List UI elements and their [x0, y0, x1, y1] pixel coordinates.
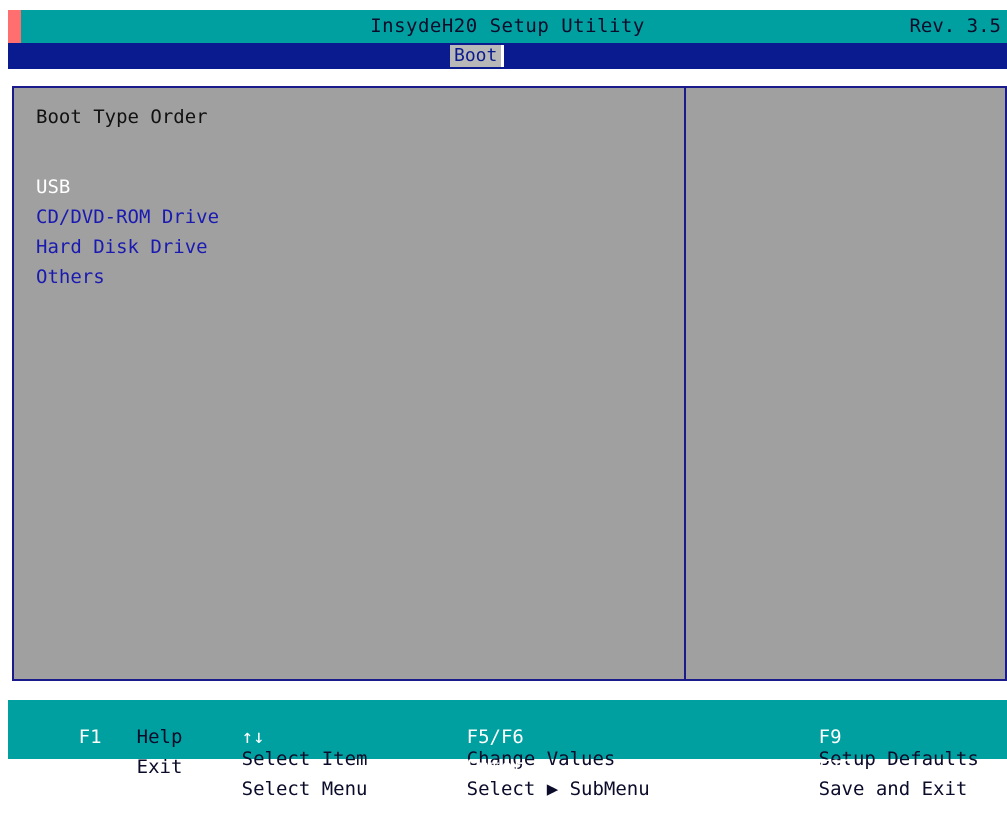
boot-item-hard-disk-drive[interactable]: Hard Disk Drive — [36, 232, 219, 262]
arrows-leftright-icon: ↔ — [241, 756, 254, 778]
hint-select-menu-label: Select Menu — [241, 778, 368, 800]
settings-pane: Boot Type Order USB CD/DVD-ROM Drive Har… — [14, 88, 684, 679]
boot-item-cd-dvd-rom-drive[interactable]: CD/DVD-ROM Drive — [36, 202, 219, 232]
title-bar: InsydeH20 Setup Utility Rev. 3.5 — [8, 10, 1007, 43]
section-heading: Boot Type Order — [36, 106, 208, 128]
bios-screen: InsydeH20 Setup Utility Rev. 3.5 Boot Bo… — [0, 0, 1007, 800]
key-help-bar: F1 Help ↑↓ Select Item F5/F6 Change Valu… — [8, 700, 1007, 800]
boot-item-others[interactable]: Others — [36, 262, 219, 292]
hint-select-menu: ↔ Select Menu — [173, 734, 368, 822]
content-frame: Boot Type Order USB CD/DVD-ROM Drive Har… — [12, 86, 1007, 681]
tab-boot[interactable]: Boot — [450, 45, 505, 67]
app-title: InsydeH20 Setup Utility — [370, 15, 645, 37]
hint-enter-submenu-label: Select ▶ SubMenu — [466, 778, 650, 800]
key-f10: F10 — [818, 756, 853, 778]
key-enter: Enter — [466, 756, 524, 778]
hint-exit-desc: Exit — [68, 734, 183, 800]
hint-save-exit: F10 Save and Exit — [750, 734, 968, 822]
hint-enter-submenu: Enter Select ▶ SubMenu — [398, 734, 650, 822]
help-description-pane — [686, 88, 1005, 679]
boot-item-usb[interactable]: USB — [36, 172, 219, 202]
revision-label: Rev. 3.5 — [909, 15, 1001, 37]
menu-bar: Boot — [8, 43, 1007, 69]
boot-type-order-list: USB CD/DVD-ROM Drive Hard Disk Drive Oth… — [36, 172, 219, 292]
hint-save-exit-label: Save and Exit — [818, 778, 968, 800]
